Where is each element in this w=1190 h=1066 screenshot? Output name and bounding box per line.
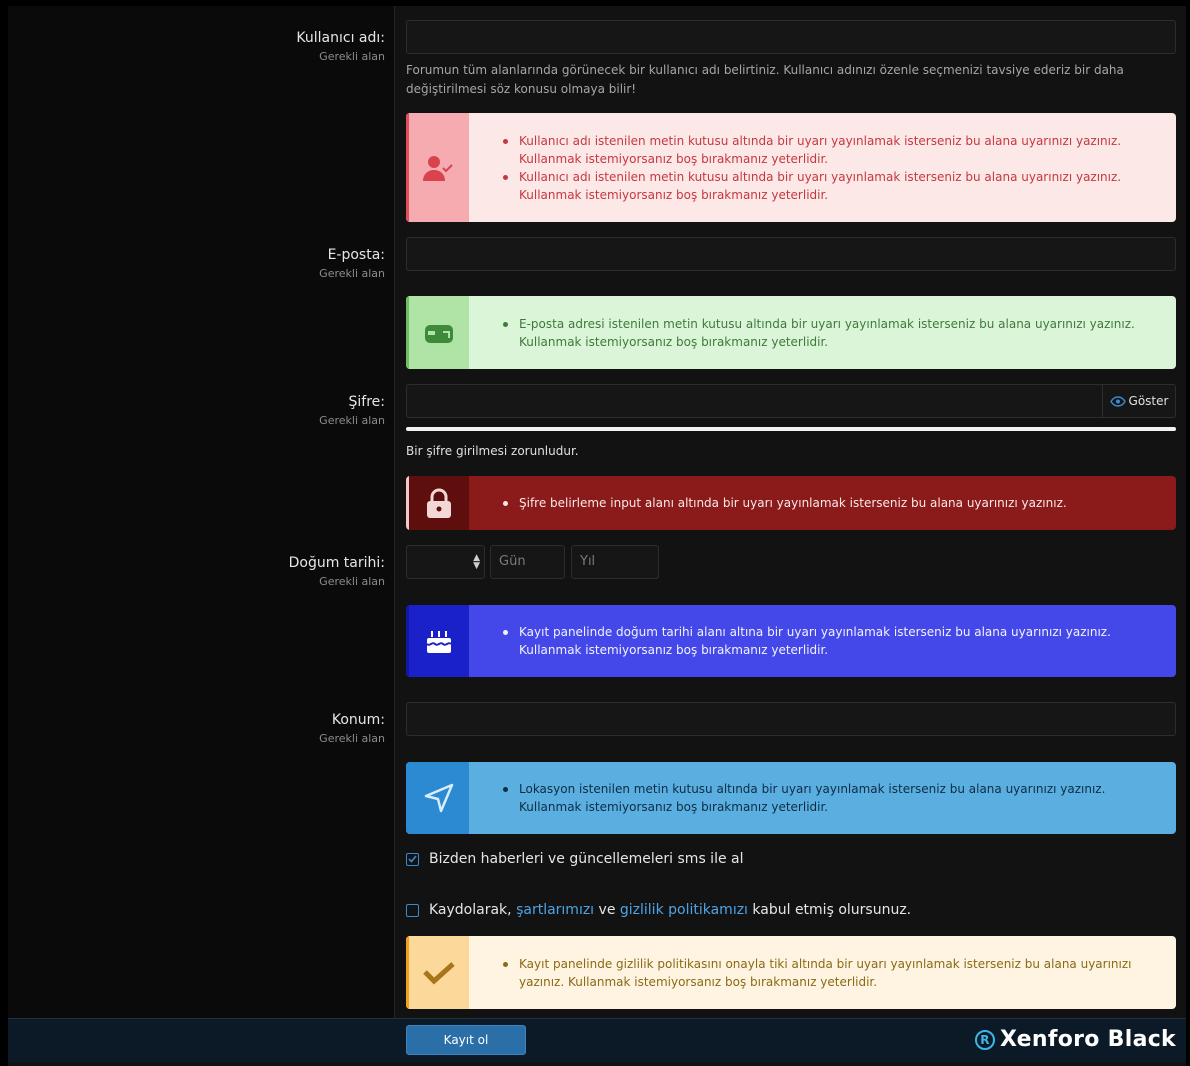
alert-item: Kayıt panelinde doğum tarihi alanı altın… [503, 623, 1146, 659]
dob-year-input[interactable]: Yıl [571, 545, 659, 579]
register-button[interactable]: Kayıt ol [406, 1025, 526, 1055]
username-required: Gerekli alan [319, 50, 385, 63]
username-alert: Kullanıcı adı istenilen metin kutusu alt… [406, 113, 1176, 222]
location-required: Gerekli alan [319, 732, 385, 745]
location-label-group: Konum: Gerekli alan [319, 711, 385, 747]
privacy-alert-list: Kayıt panelinde gizlilik politikasını on… [469, 936, 1176, 1009]
alert-item: Şifre belirleme input alanı altında bir … [503, 496, 1067, 510]
lock-icon [406, 476, 469, 530]
terms-checkbox[interactable] [406, 903, 419, 917]
email-alert: E-posta adresi istenilen metin kutusu al… [406, 296, 1176, 369]
checkmark-icon [406, 936, 469, 1009]
eye-icon [1109, 395, 1126, 407]
password-hint: Bir şifre girilmesi zorunludur. [406, 444, 579, 458]
terms-prefix: Kaydolarak, [429, 902, 512, 918]
password-input[interactable] [406, 384, 1103, 418]
username-alert-list: Kullanıcı adı istenilen metin kutusu alt… [469, 113, 1176, 222]
terms-checkbox-row[interactable]: Kaydolarak, şartlarımızı ve gizlilik pol… [406, 902, 911, 918]
password-alert-list: Şifre belirleme input alanı altında bir … [469, 476, 1097, 530]
email-label-group: E-posta: Gerekli alan [319, 246, 385, 282]
email-required: Gerekli alan [319, 267, 385, 280]
password-label: Şifre: [348, 394, 385, 410]
show-password-button[interactable]: Göster [1102, 384, 1176, 418]
email-label: E-posta: [327, 247, 385, 263]
terms-link[interactable]: şartlarımızı [516, 902, 594, 918]
alert-item: E-posta adresi istenilen metin kutusu al… [503, 315, 1146, 351]
username-label-group: Kullanıcı adı: Gerekli alan [296, 29, 385, 65]
password-strength-bar [406, 427, 1176, 431]
location-alert-list: Lokasyon istenilen metin kutusu altında … [469, 762, 1176, 834]
checkmark-icon [408, 855, 417, 863]
location-arrow-icon [406, 762, 469, 834]
alert-item: Kullanıcı adı istenilen metin kutusu alt… [503, 132, 1146, 168]
username-label: Kullanıcı adı: [296, 30, 385, 46]
dob-label-group: Doğum tarihi: Gerekli alan [289, 554, 385, 590]
alert-item: Kullanıcı adı istenilen metin kutusu alt… [503, 168, 1146, 204]
sms-checkbox-row[interactable]: Bizden haberleri ve güncellemeleri sms i… [406, 851, 744, 867]
dob-day-input[interactable]: Gün [490, 545, 565, 579]
label-column [8, 6, 395, 1018]
select-arrows-icon: ▲ ▼ [473, 553, 480, 571]
birthday-cake-icon [406, 605, 469, 677]
sms-checkbox-label: Bizden haberleri ve güncellemeleri sms i… [429, 851, 744, 867]
user-check-icon [406, 113, 469, 222]
alert-item: Kayıt panelinde gizlilik politikasını on… [503, 955, 1146, 991]
email-input[interactable] [406, 237, 1176, 271]
dob-year-placeholder: Yıl [580, 554, 596, 569]
alert-item: Lokasyon istenilen metin kutusu altında … [503, 780, 1146, 816]
registered-mark-icon: R [975, 1029, 995, 1050]
terms-middle: ve [598, 902, 616, 918]
brand-logo: R Xenforo Black [975, 1027, 1176, 1052]
dob-required: Gerekli alan [319, 575, 385, 588]
dob-alert: Kayıt panelinde doğum tarihi alanı altın… [406, 605, 1176, 677]
location-label: Konum: [331, 712, 385, 728]
email-alert-list: E-posta adresi istenilen metin kutusu al… [469, 296, 1176, 369]
password-alert: Şifre belirleme input alanı altında bir … [406, 476, 1176, 530]
dob-label: Doğum tarihi: [288, 555, 385, 571]
terms-suffix: kabul etmiş olursunuz. [752, 902, 912, 918]
sms-checkbox[interactable] [406, 852, 419, 866]
dob-day-placeholder: Gün [499, 554, 526, 569]
brand-name: Xenforo Black [1000, 1027, 1176, 1052]
show-password-label: Göster [1128, 394, 1169, 408]
username-input[interactable] [406, 20, 1176, 54]
mailbox-icon [406, 296, 469, 369]
dob-alert-list: Kayıt panelinde doğum tarihi alanı altın… [469, 605, 1176, 677]
location-input[interactable] [406, 702, 1176, 736]
location-alert: Lokasyon istenilen metin kutusu altında … [406, 762, 1176, 834]
privacy-alert: Kayıt panelinde gizlilik politikasını on… [406, 936, 1176, 1009]
privacy-policy-link[interactable]: gizlilik politikamızı [620, 902, 748, 918]
username-hint: Forumun tüm alanlarında görünecek bir ku… [406, 63, 1124, 96]
password-required: Gerekli alan [319, 414, 385, 427]
dob-month-select[interactable]: ▲ ▼ [406, 545, 485, 579]
password-label-group: Şifre: Gerekli alan [319, 393, 385, 429]
